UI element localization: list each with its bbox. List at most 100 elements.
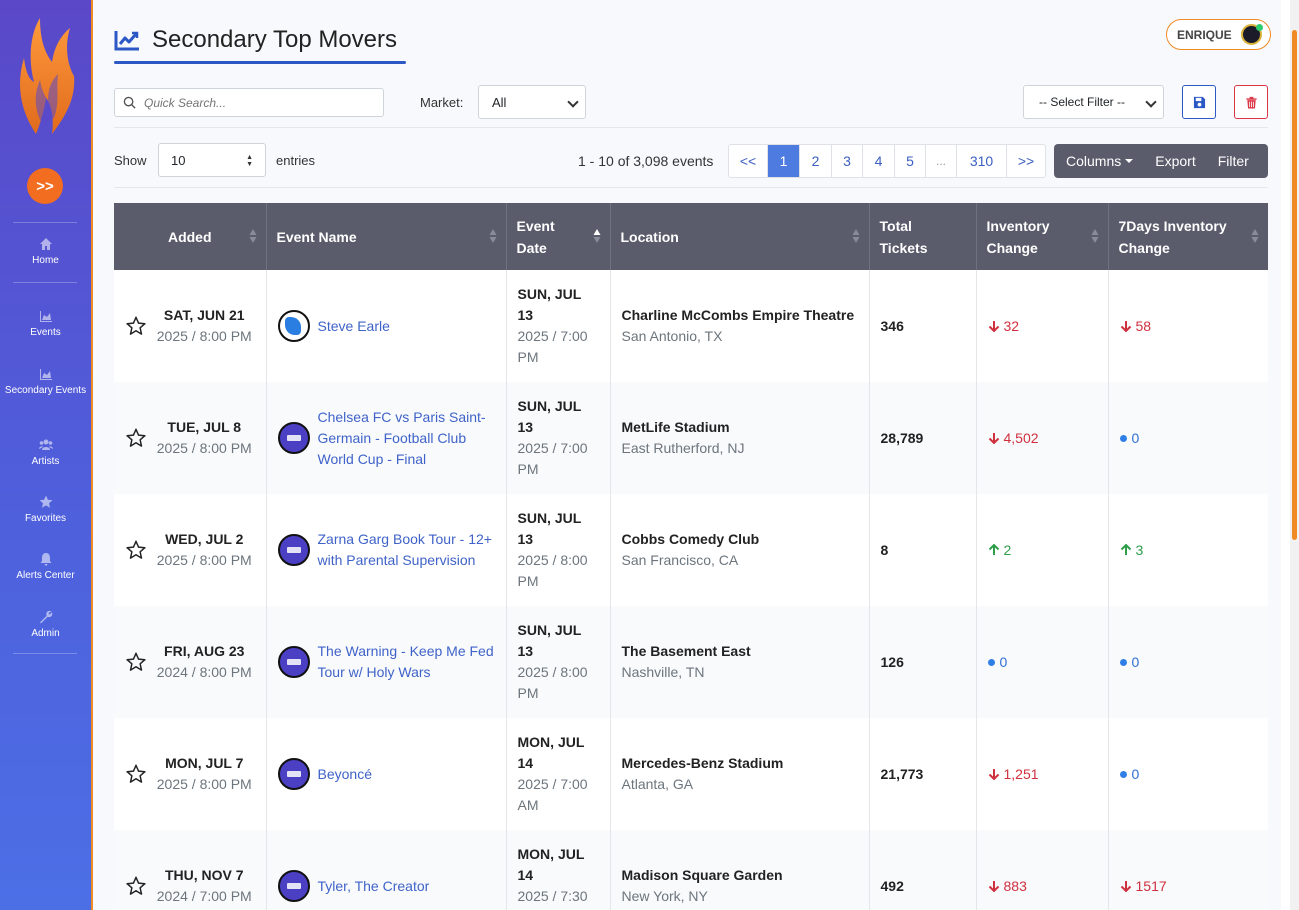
event-date: SUN, JUL 13 — [517, 398, 582, 435]
cell-event-name: The Warning - Keep Me Fed Tour w/ Holy W… — [266, 606, 507, 718]
added-date: MON, JUL 7 — [165, 755, 244, 771]
area-chart-icon — [39, 367, 53, 381]
sidebar-item-favorites[interactable]: Favorites — [0, 495, 91, 526]
filter-select-value: -- Select Filter -- — [1039, 95, 1126, 109]
page-size-value: 10 — [171, 152, 186, 168]
arrow-down-icon — [1120, 881, 1131, 892]
event-date: MON, JUL 14 — [517, 846, 585, 883]
table-row: MON, JUL 7 2025 / 8:00 PM Beyoncé MON, JUL … — [114, 718, 1268, 830]
venue-city: East Rutherford, NJ — [621, 440, 745, 456]
page-first-button[interactable]: << — [729, 145, 767, 177]
venue-city: San Antonio, TX — [621, 328, 723, 344]
user-menu-button[interactable]: ENRIQUE — [1166, 19, 1271, 50]
page-last-button[interactable]: >> — [1006, 145, 1045, 177]
event-date: SUN, JUL 13 — [517, 510, 582, 547]
event-name-link[interactable]: The Warning - Keep Me Fed Tour w/ Holy W… — [318, 641, 495, 683]
page-size-select[interactable]: 10 ▲ ▼ — [158, 143, 266, 177]
event-name-link[interactable]: Beyoncé — [318, 764, 372, 785]
event-name-link[interactable]: Tyler, The Creator — [318, 876, 430, 897]
favorite-star-icon[interactable] — [125, 763, 147, 785]
event-name-link[interactable]: Steve Earle — [318, 316, 390, 337]
page-ellipsis: ... — [925, 145, 956, 177]
sidebar-item-admin[interactable]: Admin — [0, 610, 91, 641]
column-header-event-name[interactable]: Event Name — [266, 203, 507, 270]
columns-button[interactable]: Columns — [1054, 153, 1134, 169]
page-last-number-button[interactable]: 310 — [956, 145, 1006, 177]
column-header-added[interactable]: Added — [114, 203, 267, 270]
up-down-arrows-icon: ▲ ▼ — [246, 154, 253, 168]
event-date: SUN, JUL 13 — [517, 286, 582, 323]
total-tickets: 28,789 — [880, 430, 924, 446]
arrow-down-icon — [988, 433, 999, 444]
event-year-time: 2025 / 7:30 PM — [517, 888, 588, 910]
main-content: Secondary Top Movers ENRIQUE Market: All… — [93, 0, 1281, 910]
event-name-link[interactable]: Zarna Garg Book Tour - 12+ with Parental… — [318, 529, 495, 571]
column-header-total-tickets[interactable]: Total Tickets — [869, 203, 977, 270]
sidebar-item-artists[interactable]: Artists — [0, 438, 91, 469]
export-button[interactable]: Export — [1133, 153, 1195, 169]
cell-7days-inventory-change: 0 — [1108, 718, 1268, 830]
favorite-star-icon[interactable] — [125, 651, 147, 673]
favorite-star-icon[interactable] — [125, 315, 147, 337]
cell-location: Charline McCombs Empire Theatre San Anton… — [610, 270, 870, 382]
column-header-event-date[interactable]: Event Date — [506, 203, 611, 270]
event-logo-icon — [277, 422, 310, 454]
sidebar: >> Home Events Secondary Events Artists … — [0, 0, 93, 910]
arrow-down-icon — [1120, 321, 1131, 332]
no-change-dot-icon — [1119, 770, 1127, 778]
filter-button[interactable]: Filter — [1196, 153, 1249, 169]
search-input[interactable] — [144, 95, 364, 110]
cell-added: WED, JUL 2 2025 / 8:00 PM — [114, 494, 267, 606]
event-logo-icon — [277, 534, 310, 566]
event-logo-icon — [277, 758, 310, 790]
market-select[interactable]: All — [478, 85, 586, 119]
user-name: ENRIQUE — [1177, 27, 1232, 42]
cell-event-date: SUN, JUL 13 2025 / 8:00 PM — [506, 494, 611, 606]
no-change-dot-icon — [1119, 658, 1127, 666]
save-filter-button[interactable] — [1182, 85, 1216, 119]
expand-sidebar-button[interactable]: >> — [27, 168, 63, 204]
delete-filter-button[interactable] — [1234, 85, 1268, 119]
column-header-7days-inventory-change[interactable]: 7Days Inventory Change — [1108, 203, 1268, 270]
sort-icon — [852, 229, 859, 243]
cell-added: SAT, JUN 21 2025 / 8:00 PM — [114, 270, 267, 382]
sidebar-item-alerts-center[interactable]: Alerts Center — [0, 552, 91, 583]
sidebar-item-events[interactable]: Events — [0, 309, 91, 340]
added-year-time: 2025 / 8:00 PM — [156, 776, 252, 792]
favorite-star-icon[interactable] — [125, 875, 147, 897]
cell-total-tickets: 346 — [869, 270, 977, 382]
page-5-button[interactable]: 5 — [894, 145, 925, 177]
page-title: Secondary Top Movers — [152, 26, 398, 53]
cell-added: TUE, JUL 8 2025 / 8:00 PM — [114, 382, 267, 494]
sidebar-item-home[interactable]: Home — [0, 237, 91, 268]
table-row: THU, NOV 7 2024 / 7:00 PM Tyler, The Creat… — [114, 830, 1268, 910]
cell-7days-inventory-change: 0 — [1108, 382, 1268, 494]
saved-filter-select[interactable]: -- Select Filter -- — [1023, 85, 1164, 119]
page-2-button[interactable]: 2 — [799, 145, 831, 177]
favorite-star-icon[interactable] — [125, 539, 147, 561]
favorite-star-icon[interactable] — [125, 427, 147, 449]
event-logo-icon — [277, 870, 310, 902]
page-4-button[interactable]: 4 — [862, 145, 894, 177]
flame-logo-icon[interactable] — [14, 14, 78, 136]
change-value: 0 — [1119, 430, 1258, 446]
page-1-button[interactable]: 1 — [767, 145, 799, 177]
area-chart-icon — [39, 309, 53, 323]
table-row: FRI, AUG 23 2024 / 8:00 PM The Warning - K… — [114, 606, 1268, 718]
sidebar-divider — [13, 222, 77, 223]
page-3-button[interactable]: 3 — [831, 145, 862, 177]
added-date: THU, NOV 7 — [164, 867, 244, 883]
sidebar-item-secondary-events[interactable]: Secondary Events — [0, 367, 91, 398]
column-header-inventory-change[interactable]: Inventory Change — [976, 203, 1109, 270]
cell-7days-inventory-change: 58 — [1108, 270, 1268, 382]
column-header-location[interactable]: Location — [610, 203, 870, 270]
added-date: TUE, JUL 8 — [167, 419, 242, 435]
added-year-time: 2025 / 8:00 PM — [156, 440, 252, 456]
event-name-link[interactable]: Chelsea FC vs Paris Saint-Germain - Foot… — [318, 407, 495, 470]
cell-event-name: Beyoncé — [266, 718, 507, 830]
title-underline — [114, 61, 406, 64]
scrollbar-thumb[interactable] — [1292, 30, 1297, 540]
cell-event-date: SUN, JUL 13 2025 / 7:00 PM — [506, 270, 611, 382]
venue-name: The Basement East — [621, 643, 751, 659]
cell-event-date: SUN, JUL 13 2025 / 7:00 PM — [506, 382, 611, 494]
